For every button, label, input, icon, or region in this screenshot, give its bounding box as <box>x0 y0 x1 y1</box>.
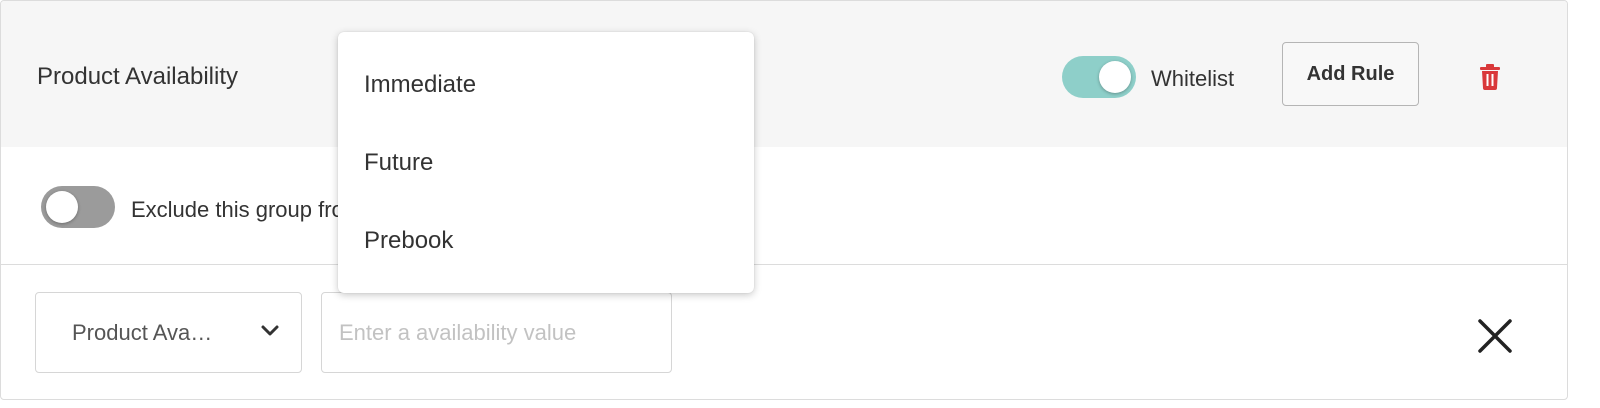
dropdown-option-immediate[interactable]: Immediate <box>338 46 754 124</box>
field-select-value: Product Ava… <box>72 320 213 345</box>
group-header: Product Availability Whitelist Add Rule <box>1 1 1567 147</box>
field-select[interactable]: Product Ava… <box>35 292 302 373</box>
whitelist-label: Whitelist <box>1151 66 1235 91</box>
add-rule-button[interactable]: Add Rule <box>1282 42 1419 106</box>
rule-row: Product Ava… <box>1 265 1567 399</box>
toggle-knob <box>46 191 78 223</box>
exclude-label: Exclude this group from <box>131 197 363 222</box>
availability-value-input[interactable] <box>321 292 672 373</box>
exclude-toggle[interactable] <box>41 186 115 228</box>
group-title: Product Availability <box>37 63 238 90</box>
whitelist-toggle[interactable] <box>1062 56 1136 98</box>
toggle-knob <box>1099 61 1131 93</box>
trash-icon[interactable] <box>1479 64 1501 90</box>
availability-dropdown: Immediate Future Prebook <box>338 32 754 293</box>
dropdown-option-future[interactable]: Future <box>338 124 754 202</box>
chevron-down-icon <box>261 325 279 336</box>
rule-group-card: Product Availability Whitelist Add Rule … <box>0 0 1568 400</box>
exclude-row: Exclude this group from <box>1 147 1567 265</box>
close-icon[interactable] <box>1477 318 1513 354</box>
dropdown-option-prebook[interactable]: Prebook <box>338 202 754 280</box>
